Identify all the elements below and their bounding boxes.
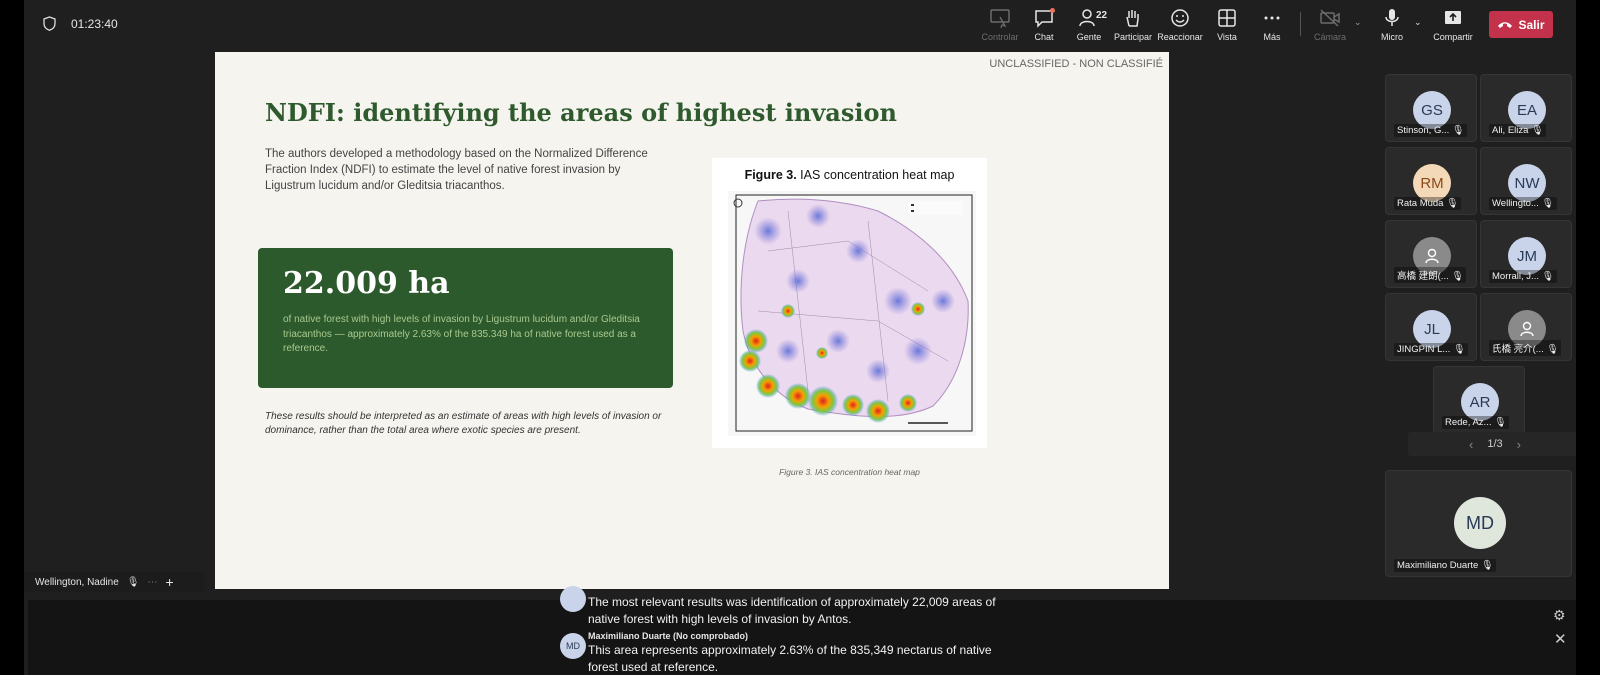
caption-avatar (560, 586, 586, 612)
shield-icon (43, 16, 56, 31)
participant-name: Stinson, G... 🎙 (1394, 124, 1467, 137)
caption-line: native forest with high levels of invasi… (588, 612, 852, 626)
hang-up-icon (1498, 21, 1513, 28)
caption-settings-gear-icon[interactable]: ⚙ (1553, 607, 1566, 624)
leave-button[interactable]: Salir (1489, 11, 1553, 38)
participant-name: Morrall, J... 🎙 (1489, 270, 1557, 283)
participant-pager: ‹ 1/3 › (1408, 432, 1576, 456)
stat-value: 22.009 ha (283, 266, 450, 301)
compartir-button[interactable]: Compartir (1425, 8, 1481, 44)
avatar: MD (1454, 497, 1506, 549)
caption-line: The most relevant results was identifica… (588, 595, 996, 609)
camera-off-icon (1320, 9, 1340, 27)
raise-hand-icon (1126, 10, 1139, 27)
participant-name: Wellingto... 🎙 (1489, 197, 1557, 210)
close-captions-icon[interactable]: ✕ (1554, 630, 1567, 648)
notification-dot (1050, 8, 1055, 13)
next-page-chevron-icon[interactable]: › (1517, 437, 1521, 452)
slide-title: NDFI: identifying the areas of highest i… (265, 98, 897, 127)
teams-meeting-window: 01:23:40 Controlar Chat 22 Gente Partici… (24, 0, 1576, 675)
participant-name: Rede, Az... 🎙 (1442, 416, 1510, 429)
figure-card: Figure 3. IAS concentration heat map (712, 158, 987, 448)
grid-view-icon (1218, 9, 1236, 27)
participant-tile[interactable]: RM Rata Muda 🎙 (1385, 147, 1477, 215)
mic-muted-icon: 🎙 (1446, 198, 1459, 209)
more-icon (1264, 16, 1280, 20)
stat-callout: 22.009 ha of native forest with high lev… (258, 248, 673, 388)
more-icon[interactable]: ⋯ (147, 577, 157, 588)
mic-muted-icon: 🎙 (1451, 271, 1464, 282)
mic-muted-icon: 🎙 (1494, 417, 1507, 428)
micro-button[interactable]: Micro (1364, 8, 1420, 44)
mic-muted-icon: 🎙 (1546, 344, 1559, 355)
camera-options-chevron-icon[interactable]: ⌄ (1354, 17, 1362, 28)
caption-line: This area represents approximately 2.63%… (588, 643, 992, 657)
mas-button[interactable]: Más (1244, 8, 1300, 44)
call-timer: 01:23:40 (71, 17, 118, 31)
participant-tile[interactable]: 氏橋 亮介(... 🎙 (1480, 293, 1572, 361)
participant-name: 高橋 建朗(... 🎙 (1394, 267, 1467, 283)
mic-muted-icon: 🎙 (1451, 125, 1464, 136)
heat-map-image (728, 191, 976, 436)
participant-tile[interactable]: EA Ali, Eliza 🎙 (1480, 74, 1572, 142)
participant-tile[interactable]: AR Rede, Az... 🎙 (1433, 366, 1525, 434)
caption-line: forest used at reference. (588, 660, 719, 674)
figure-caption: Figure 3. IAS concentration heat map (779, 467, 920, 477)
live-captions-panel: The most relevant results was identifica… (28, 586, 1576, 675)
participant-name: 氏橋 亮介(... 🎙 (1489, 340, 1562, 356)
mic-muted-icon: 🎙 (1541, 271, 1554, 282)
caption-avatar: MD (560, 633, 586, 659)
page-indicator: 1/3 (1487, 438, 1503, 450)
person-icon (1425, 248, 1439, 264)
participant-name: Maximiliano Duarte 🎙 (1394, 559, 1497, 572)
mic-muted-icon: 🎙 (1541, 198, 1554, 209)
mic-icon: 🎙 (1480, 560, 1494, 571)
stat-description: of native forest with high levels of inv… (283, 314, 640, 354)
pin-plus-icon[interactable]: + (165, 574, 173, 590)
participant-name: JINGPIN L... 🎙 (1394, 343, 1469, 356)
previous-page-chevron-icon[interactable]: ‹ (1469, 437, 1473, 452)
person-icon (1520, 321, 1534, 337)
mic-muted-icon: 🎙 (126, 576, 140, 588)
meeting-toolbar: 01:23:40 Controlar Chat 22 Gente Partici… (24, 0, 1576, 48)
participant-tile[interactable]: 高橋 建朗(... 🎙 (1385, 220, 1477, 288)
mic-muted-icon: 🎙 (1452, 344, 1466, 355)
slide-intro-text: The authors developed a methodology base… (265, 148, 648, 192)
participant-tile[interactable]: NW Wellingto... 🎙 (1480, 147, 1572, 215)
mic-options-chevron-icon[interactable]: ⌄ (1414, 17, 1422, 28)
share-screen-icon (1445, 11, 1461, 24)
participant-name: Ali, Eliza 🎙 (1489, 124, 1547, 137)
figure-title: Figure 3. IAS concentration heat map (744, 168, 955, 182)
shared-presentation-slide: UNCLASSIFIED - NON CLASSIFIÉ NDFI: ident… (215, 52, 1169, 589)
participant-name: Rata Muda 🎙 (1394, 197, 1462, 210)
camara-button[interactable]: Cámara (1302, 8, 1358, 44)
microphone-icon (1385, 9, 1399, 26)
presenter-label: Wellington, Nadine 🎙 ⋯ + (24, 572, 204, 592)
emoji-icon (1171, 9, 1189, 27)
caption-speaker: Maximiliano Duarte (No comprobado) (588, 631, 749, 641)
participant-tile[interactable]: JM Morrall, J... 🎙 (1480, 220, 1572, 288)
slide-note: These results should be interpreted as a… (265, 411, 662, 436)
participant-tile[interactable]: JL JINGPIN L... 🎙 (1385, 293, 1477, 361)
mic-muted-icon: 🎙 (1531, 125, 1544, 136)
classification-label: UNCLASSIFIED - NON CLASSIFIÉ (989, 58, 1163, 70)
screen-control-icon (990, 9, 1010, 28)
toolbar-divider (1300, 12, 1301, 36)
self-view-tile[interactable]: MD Maximiliano Duarte 🎙 (1385, 470, 1572, 577)
participant-tile[interactable]: GS Stinson, G... 🎙 (1385, 74, 1477, 142)
